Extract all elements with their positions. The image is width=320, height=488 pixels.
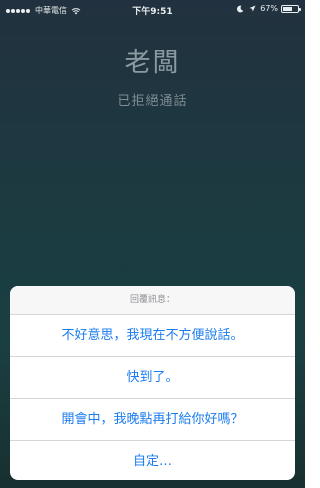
moon-icon: [237, 5, 244, 12]
reply-option-in-meeting[interactable]: 開會中，我晚點再打給你好嗎？: [10, 399, 295, 441]
caller-name: 老闆: [124, 48, 181, 78]
sheet-title: 回覆訊息：: [10, 286, 295, 315]
reply-option-custom[interactable]: 自定…: [10, 441, 295, 480]
reply-option-almost-there[interactable]: 快到了。: [10, 357, 295, 399]
status-right: 67%: [236, 4, 301, 13]
battery-percent: 67%: [260, 4, 278, 13]
reply-message-sheet: 回覆訊息： 不好意思，我現在不方便說話。 快到了。 開會中，我晚點再打給你好嗎？…: [10, 286, 295, 480]
status-bar: 中華電信 下午9:51 67%: [0, 0, 305, 20]
reply-option-busy[interactable]: 不好意思，我現在不方便說話。: [10, 315, 295, 357]
location-arrow-icon: [249, 5, 256, 12]
phone-screen: 中華電信 下午9:51 67% 老闆 已拒絕通話 回覆訊息： 不好意思，我現在不…: [0, 0, 305, 488]
battery-fill: [283, 6, 293, 11]
battery-icon: [281, 4, 301, 13]
call-status: 已拒絕通話: [117, 94, 188, 109]
